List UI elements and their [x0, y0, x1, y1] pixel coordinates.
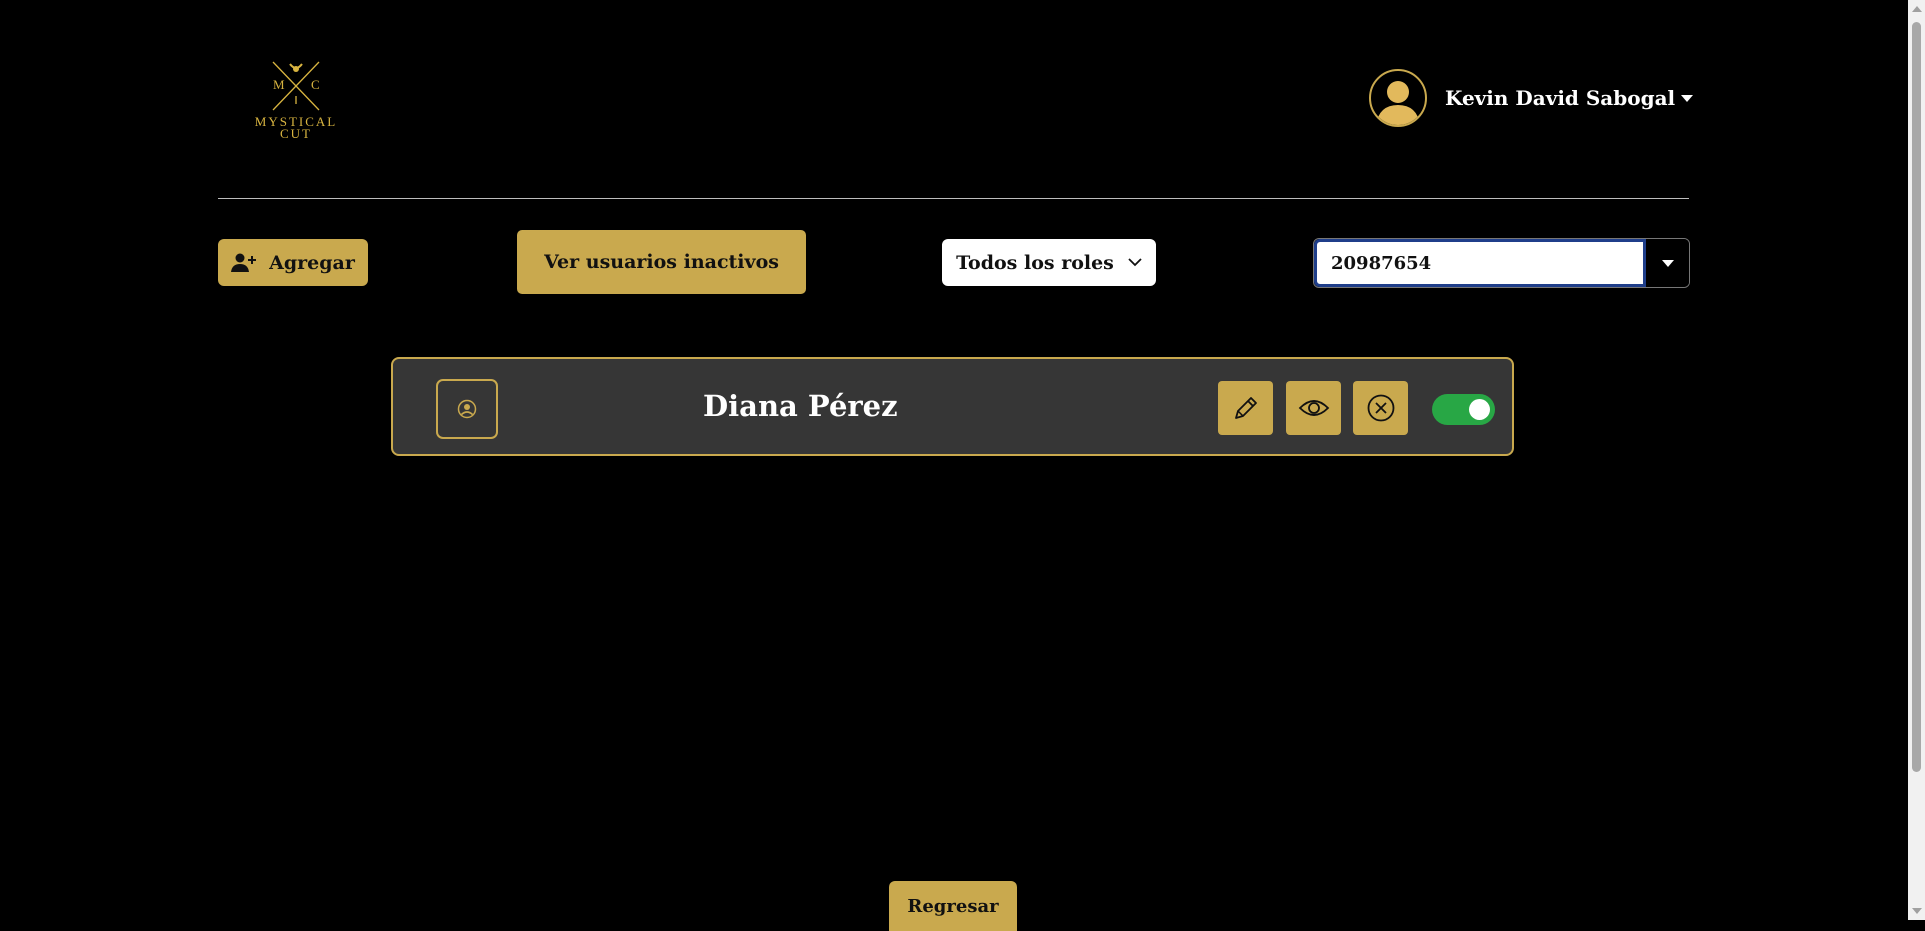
user-circle-icon	[457, 399, 477, 419]
search-dropdown-toggle[interactable]	[1646, 239, 1689, 287]
logo-text-line2: CUT	[280, 126, 312, 141]
user-profile-button[interactable]	[436, 379, 498, 439]
chevron-down-icon	[1681, 94, 1694, 102]
search-input[interactable]: 20987654	[1314, 239, 1646, 287]
svg-text:M: M	[273, 77, 285, 92]
user-avatar-icon	[1369, 69, 1427, 127]
brand-logo[interactable]: M C MYSTICAL CUT	[246, 58, 346, 148]
user-name: Kevin David Sabogal	[1445, 86, 1676, 110]
user-menu[interactable]: Kevin David Sabogal	[1369, 67, 1694, 129]
header-divider	[218, 198, 1689, 199]
user-card: Diana Pérez	[391, 357, 1514, 456]
scrollbar-thumb[interactable]	[1912, 22, 1921, 772]
roles-filter-select[interactable]: Todos los roles	[942, 239, 1156, 286]
page-scrollbar[interactable]	[1908, 0, 1925, 920]
pencil-icon	[1234, 397, 1257, 419]
edit-button[interactable]	[1218, 381, 1273, 435]
user-plus-icon	[231, 253, 257, 272]
logo-emblem-icon: M C	[272, 61, 320, 111]
view-inactive-users-button[interactable]: Ver usuarios inactivos	[517, 230, 806, 294]
view-button[interactable]	[1286, 381, 1341, 435]
caret-down-icon	[1661, 259, 1674, 267]
user-card-name: Diana Pérez	[703, 389, 898, 423]
add-user-button[interactable]: Agregar	[218, 239, 368, 286]
deactivate-button[interactable]	[1353, 381, 1408, 435]
back-button[interactable]: Regresar	[889, 881, 1017, 931]
search-combobox[interactable]: 20987654	[1313, 238, 1690, 288]
eye-icon	[1298, 400, 1329, 416]
svg-text:C: C	[311, 77, 320, 92]
add-user-label: Agregar	[269, 251, 355, 274]
roles-filter-label: Todos los roles	[956, 251, 1114, 274]
toggle-knob	[1469, 399, 1490, 420]
scroll-up-arrow-icon[interactable]	[1912, 6, 1922, 12]
chevron-down-icon	[1128, 258, 1142, 267]
active-toggle[interactable]	[1432, 394, 1495, 425]
x-circle-icon	[1367, 394, 1394, 422]
scroll-down-arrow-icon[interactable]	[1912, 908, 1922, 914]
